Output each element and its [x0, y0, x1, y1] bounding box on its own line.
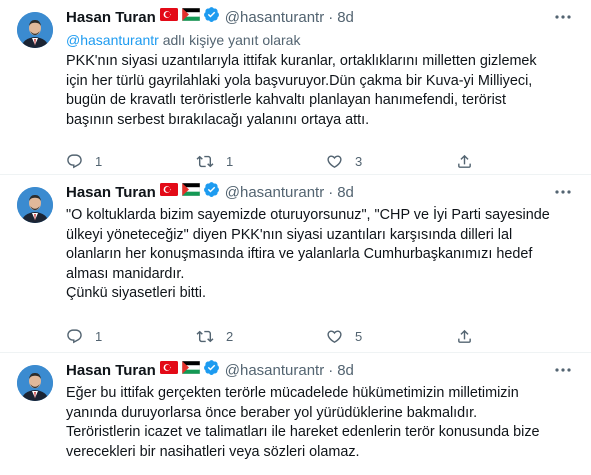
- tweet-actions: 1 1 3: [66, 151, 496, 171]
- share-icon: [458, 329, 471, 343]
- avatar[interactable]: [17, 187, 53, 223]
- handle[interactable]: @hasanturantr: [225, 184, 324, 201]
- separator-dot: ·: [328, 361, 334, 379]
- tweet-text-line: ülkeyi yöneteceğiz" diyen PKK'nın siyasi…: [66, 226, 513, 243]
- tweet-text-line: olanların her konuşmasında iftira ve yal…: [66, 246, 533, 262]
- tweet-text-line: bugün de kravatlı teröristlerle kahvaltı…: [66, 92, 506, 108]
- like-icon: [327, 154, 342, 168]
- tweet-actions: 1 2 5: [66, 326, 496, 346]
- reply-mention-link[interactable]: @hasanturantr: [66, 32, 159, 48]
- tweet[interactable]: Hasan Turan @hasanturantr · 8d "O koltuk…: [0, 175, 591, 353]
- avatar[interactable]: [17, 12, 53, 48]
- separator-dot: ·: [328, 8, 334, 26]
- more-icon[interactable]: [553, 361, 573, 379]
- turkey-flag-icon: [159, 361, 178, 379]
- like-count: 3: [355, 153, 363, 169]
- reply-button[interactable]: 1: [66, 151, 196, 171]
- like-button[interactable]: 3: [326, 151, 456, 171]
- tweet-text: PKK'nın siyasi uzantılarıyla ittifak kur…: [66, 52, 575, 130]
- verified-badge-icon: [203, 6, 220, 28]
- turkey-flag-icon: [159, 183, 178, 201]
- verified-badge-icon: [203, 181, 220, 203]
- turkey-flag-icon: [159, 8, 178, 26]
- tweet-text-line: "O koltuklarda bizim sayemizde oturuyors…: [66, 207, 550, 223]
- separator-dot: ·: [328, 183, 334, 201]
- share-button[interactable]: [456, 326, 496, 346]
- retweet-button[interactable]: 2: [196, 326, 326, 346]
- like-button[interactable]: 5: [326, 326, 456, 346]
- share-icon: [458, 154, 471, 168]
- tweet-header: Hasan Turan @hasanturantr · 8d: [66, 359, 575, 381]
- retweet-icon: [196, 330, 214, 342]
- retweet-button[interactable]: 1: [196, 151, 326, 171]
- like-icon: [327, 329, 342, 343]
- verified-badge-icon: [203, 359, 220, 381]
- reply-count: 1: [95, 153, 103, 169]
- reply-count: 1: [95, 328, 103, 344]
- reply-button[interactable]: 1: [66, 326, 196, 346]
- reply-icon: [67, 328, 82, 343]
- palestine-flag-icon: [181, 7, 200, 26]
- tweet-text-line: verecekleri bir nasihatleri veya sözleri…: [66, 443, 360, 460]
- display-name[interactable]: Hasan Turan: [66, 9, 156, 26]
- tweet-text-line: alması manidardır.: [66, 265, 185, 282]
- timestamp[interactable]: 8d: [337, 9, 354, 26]
- handle[interactable]: @hasanturantr: [225, 362, 324, 379]
- handle[interactable]: @hasanturantr: [225, 9, 324, 26]
- retweet-count: 1: [226, 153, 234, 169]
- more-icon[interactable]: [553, 183, 573, 201]
- tweet-text: "O koltuklarda bizim sayemizde oturuyors…: [66, 206, 575, 304]
- tweet-header: Hasan Turan @hasanturantr · 8d: [66, 181, 575, 203]
- more-icon[interactable]: [553, 8, 573, 26]
- reply-context-suffix: adlı kişiye yanıt olarak: [158, 32, 301, 48]
- tweet-text-line: Eğer bu ittifak gerçekten terörle mücade…: [66, 385, 519, 401]
- tweet-header: Hasan Turan @hasanturantr · 8d: [66, 6, 575, 28]
- tweet[interactable]: Hasan Turan @hasanturantr · 8d @hasantur…: [0, 0, 591, 175]
- like-count: 5: [355, 328, 363, 344]
- tweet[interactable]: Hasan Turan @hasanturantr · 8d Eğer bu i…: [0, 353, 591, 475]
- display-name[interactable]: Hasan Turan: [66, 362, 156, 379]
- timestamp[interactable]: 8d: [337, 362, 354, 379]
- tweet-text-line: yanında duruyorlarsa önce beraber yol yü…: [66, 404, 478, 421]
- tweet-text-line: Teröristlerin icazet ve talimatları ile …: [66, 424, 540, 440]
- tweet-text-line: PKK'nın siyasi uzantılarıyla ittifak kur…: [66, 53, 537, 69]
- retweet-icon: [196, 155, 214, 167]
- reply-icon: [67, 153, 82, 168]
- tweet-text: Eğer bu ittifak gerçekten terörle mücade…: [66, 384, 575, 462]
- retweet-count: 2: [226, 328, 234, 344]
- palestine-flag-icon: [181, 182, 200, 201]
- timestamp[interactable]: 8d: [337, 184, 354, 201]
- tweet-text-line: başının serbest bırakılacağı yalanını or…: [66, 111, 370, 128]
- share-button[interactable]: [456, 151, 496, 171]
- tweet-text-line: için her türlü gayrilahlaki yola başvuru…: [66, 72, 533, 89]
- avatar[interactable]: [17, 365, 53, 401]
- reply-context: @hasanturantr adlı kişiye yanıt olarak: [66, 31, 575, 49]
- display-name[interactable]: Hasan Turan: [66, 184, 156, 201]
- tweet-text-line: Çünkü siyasetleri bitti.: [66, 285, 206, 301]
- palestine-flag-icon: [181, 360, 200, 379]
